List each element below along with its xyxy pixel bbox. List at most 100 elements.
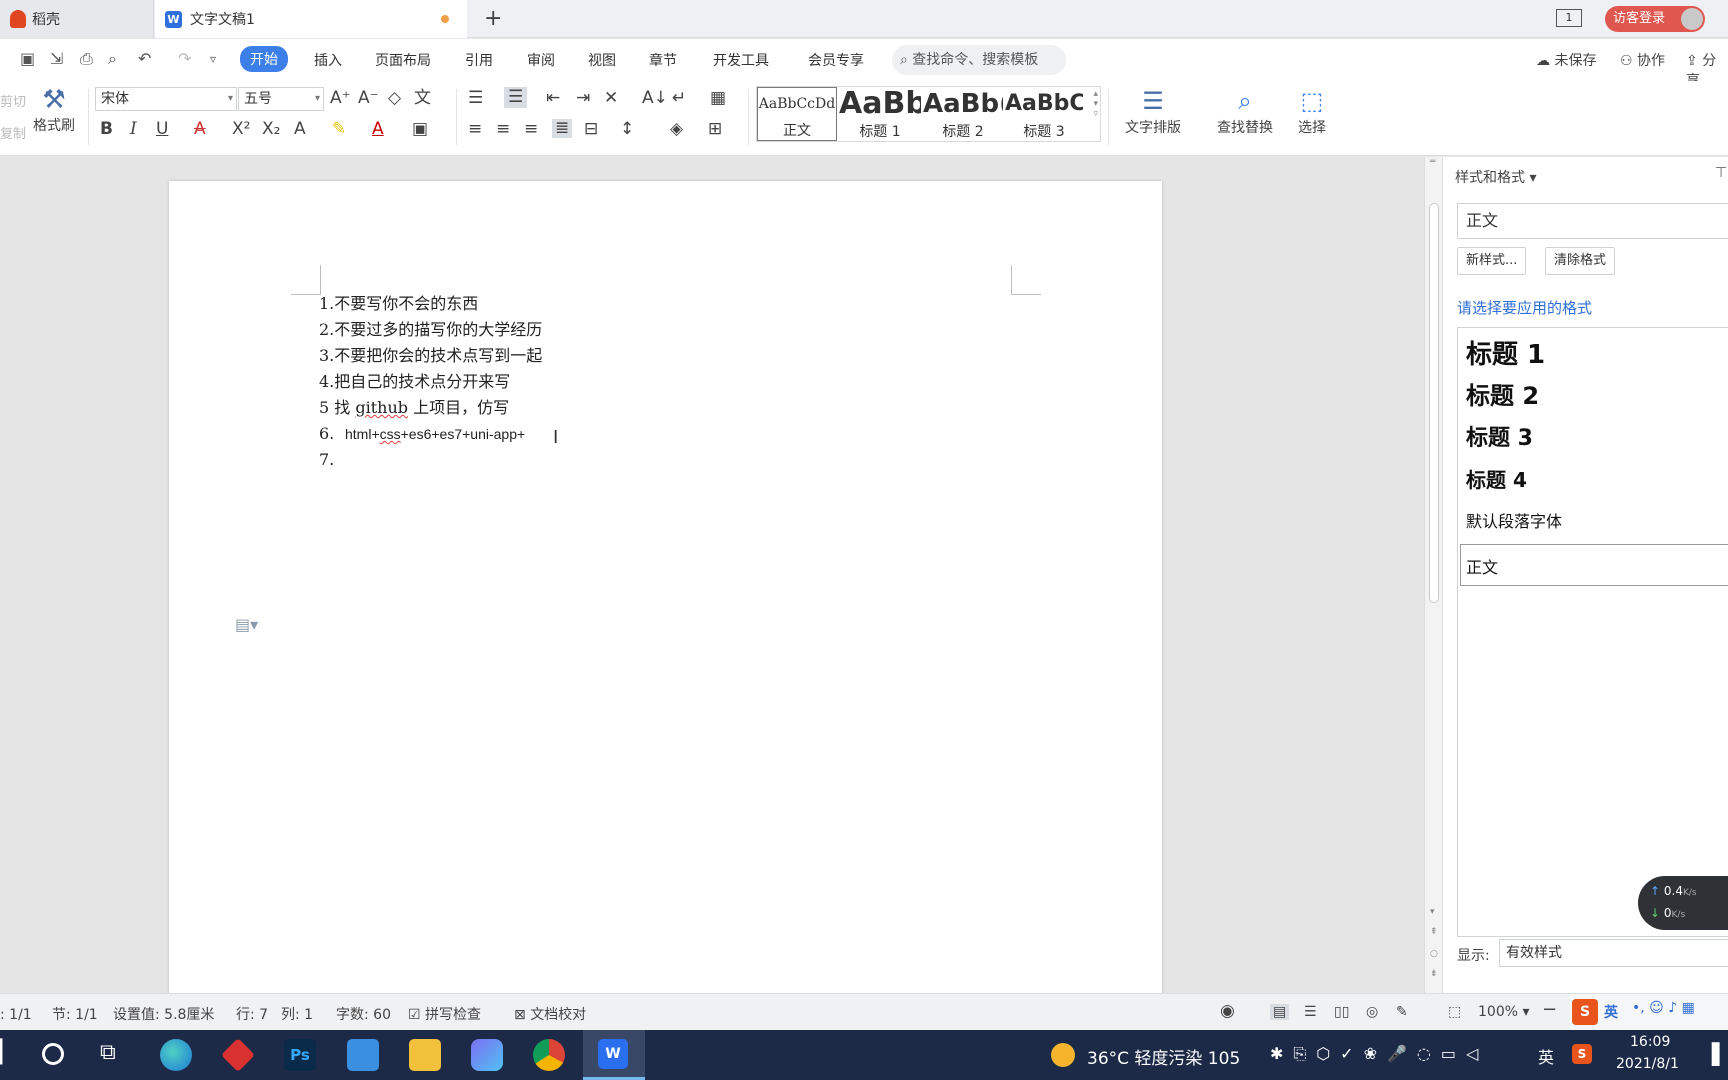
line-spacing-icon[interactable]: ↕	[620, 121, 634, 138]
notification-icon[interactable]: ▌	[1712, 1042, 1727, 1066]
mail-icon[interactable]	[347, 1039, 379, 1071]
fit-page-icon[interactable]: ⬚	[1448, 1004, 1461, 1020]
menu-developer[interactable]: 开发工具	[713, 50, 769, 70]
menu-insert[interactable]: 插入	[314, 50, 342, 70]
zoom-select[interactable]: 100% ▾	[1478, 1004, 1530, 1020]
tab-daoke[interactable]: 稻壳	[0, 0, 154, 38]
reading-view-icon[interactable]: ▯▯	[1334, 1004, 1349, 1020]
word-count[interactable]: 字数: 60	[336, 1004, 391, 1024]
bold-icon[interactable]: B	[100, 121, 113, 138]
new-tab-button[interactable]: +	[484, 6, 502, 31]
shrink-font-icon[interactable]: A⁻	[358, 90, 379, 107]
scroll-down-icon[interactable]: ▾	[1430, 907, 1435, 917]
col-status[interactable]: 列: 1	[281, 1004, 313, 1024]
format-painter-button[interactable]: ⚒ 格式刷	[30, 85, 78, 135]
find-replace-button[interactable]: ⌕ 查找替换	[1208, 85, 1282, 137]
vertical-scrollbar[interactable]: ═ ▾ ⇞ ○ ⇟	[1424, 157, 1442, 993]
customize-icon[interactable]: ▿	[210, 52, 216, 66]
row-status[interactable]: 行: 7	[236, 1004, 268, 1024]
unsaved-button[interactable]: ☁ 未保存	[1536, 50, 1596, 70]
command-search[interactable]: ⌕ 查找命令、搜索模板	[892, 45, 1066, 75]
redo-icon[interactable]: ↷	[178, 49, 191, 68]
selected-style-item[interactable]	[1460, 544, 1728, 586]
weather-text[interactable]: 36°C 轻度污染 105	[1087, 1044, 1240, 1069]
list-item[interactable]: 5 找 github 上项目，仿写	[319, 395, 542, 421]
spell-check-button[interactable]: ☑ 拼写检查	[408, 1004, 481, 1024]
select-button[interactable]: ⬚ 选择	[1290, 85, 1334, 137]
window-count[interactable]: 1	[1556, 9, 1582, 27]
start-button[interactable]: ▌	[0, 1040, 11, 1065]
text-effect-icon[interactable]: A	[294, 121, 306, 138]
ime-toolbar[interactable]: S 英 •, ☺ ♪ ▦	[1570, 994, 1728, 1031]
style-heading-1[interactable]: AaBb 标题 1	[839, 87, 921, 141]
style-list-item[interactable]: 标题 4	[1466, 464, 1527, 493]
save-icon[interactable]: ▣	[20, 49, 35, 68]
char-border-icon[interactable]: ▣	[412, 121, 428, 138]
tray-ime[interactable]: 英	[1538, 1044, 1554, 1068]
undo-icon[interactable]: ↶	[138, 49, 151, 68]
clear-format-icon[interactable]: ◇	[388, 90, 401, 107]
prev-page-icon[interactable]: ⇞	[1430, 927, 1438, 937]
list-item[interactable]: 1.不要写你不会的东西	[319, 291, 542, 317]
web-view-icon[interactable]: ◎	[1366, 1004, 1378, 1020]
style-heading-2[interactable]: AaBb( 标题 2	[923, 87, 1003, 141]
sort-icon[interactable]: A↓	[642, 90, 668, 107]
outdent-icon[interactable]: ⇤	[546, 90, 560, 107]
document-workspace[interactable]: 1.不要写你不会的东西 2.不要过多的描写你的大学经历 3.不要把你会的技术点写…	[0, 157, 1430, 993]
phonetic-icon[interactable]: 文	[414, 90, 431, 107]
chrome-icon[interactable]	[533, 1039, 565, 1071]
numbering-icon[interactable]: ☰	[504, 87, 528, 108]
pin-icon[interactable]: ⊤	[1715, 165, 1727, 181]
new-style-button[interactable]: 新样式...	[1457, 247, 1527, 275]
zoom-out-icon[interactable]: −	[1542, 999, 1557, 1020]
style-list-item[interactable]: 标题 3	[1466, 420, 1533, 452]
justify-icon[interactable]: ≣	[552, 119, 573, 138]
strikethrough-icon[interactable]: A	[194, 121, 206, 138]
bullets-icon[interactable]: ☰	[468, 90, 483, 107]
photoshop-icon[interactable]: Ps	[284, 1039, 316, 1071]
menu-member[interactable]: 会员专享	[808, 50, 864, 70]
font-name-select[interactable]: 宋体	[95, 87, 237, 111]
login-button[interactable]: 访客登录	[1605, 6, 1705, 32]
page-status[interactable]: 页: 1/1	[0, 1004, 32, 1024]
style-list-item[interactable]: 标题 2	[1466, 376, 1539, 411]
eye-protect-icon[interactable]: ◉	[1220, 1001, 1235, 1021]
menu-home[interactable]: 开始	[240, 46, 288, 72]
style-heading-3[interactable]: AaBbC 标题 3	[1005, 87, 1083, 141]
style-list-item[interactable]: 默认段落字体	[1466, 508, 1562, 532]
shading-icon[interactable]: ◈	[670, 121, 683, 138]
align-left-icon[interactable]: ≡	[468, 121, 482, 138]
paragraph-options-icon[interactable]: ▤▾	[235, 615, 258, 634]
clear-format-button[interactable]: 清除格式	[1545, 247, 1616, 275]
write-view-icon[interactable]: ✎	[1396, 1004, 1408, 1020]
show-style-select[interactable]: 有效样式	[1499, 939, 1728, 967]
panel-title[interactable]: 样式和格式 ▾	[1455, 167, 1536, 187]
clock-date[interactable]: 2021/8/1	[1616, 1056, 1679, 1072]
gallery-scroll-icon[interactable]: ▴ ▾ ▿	[1093, 89, 1098, 119]
style-list-item[interactable]: 正文	[1466, 554, 1498, 578]
distribute-icon[interactable]: ⊟	[584, 121, 598, 138]
next-page-icon[interactable]: ⇟	[1430, 969, 1438, 979]
list-item[interactable]: 4.把自己的技术点分开来写	[319, 369, 542, 395]
section-status[interactable]: 节: 1/1	[52, 1004, 98, 1024]
highlight-icon[interactable]: ✎	[332, 121, 346, 138]
scroll-thumb[interactable]	[1429, 203, 1439, 603]
list-item[interactable]: 2.不要过多的描写你的大学经历	[319, 317, 542, 343]
align-right-icon[interactable]: ≡	[524, 121, 538, 138]
list-item[interactable]: 7.	[319, 447, 542, 473]
style-list-item[interactable]: 标题 1	[1466, 334, 1545, 371]
indent-icon[interactable]: ⇥	[576, 90, 590, 107]
document-body[interactable]: 1.不要写你不会的东西 2.不要过多的描写你的大学经历 3.不要把你会的技术点写…	[319, 291, 542, 473]
grow-font-icon[interactable]: A⁺	[330, 90, 351, 107]
weather-icon[interactable]	[1051, 1043, 1075, 1067]
page-view-icon[interactable]: ▤	[1270, 1004, 1290, 1020]
cut-button[interactable]: 剪切	[0, 91, 26, 110]
search-circle-icon[interactable]	[42, 1043, 64, 1065]
list-item[interactable]: 3.不要把你会的技术点写到一起	[319, 343, 542, 369]
collab-button[interactable]: ⚇ 协作	[1620, 50, 1665, 70]
font-size-select[interactable]: 五号	[238, 87, 324, 111]
underline-icon[interactable]: U	[156, 121, 168, 138]
document-page[interactable]: 1.不要写你不会的东西 2.不要过多的描写你的大学经历 3.不要把你会的技术点写…	[169, 181, 1162, 993]
menu-page-layout[interactable]: 页面布局	[375, 50, 431, 70]
task-view-icon[interactable]: ⧉	[100, 1040, 116, 1065]
